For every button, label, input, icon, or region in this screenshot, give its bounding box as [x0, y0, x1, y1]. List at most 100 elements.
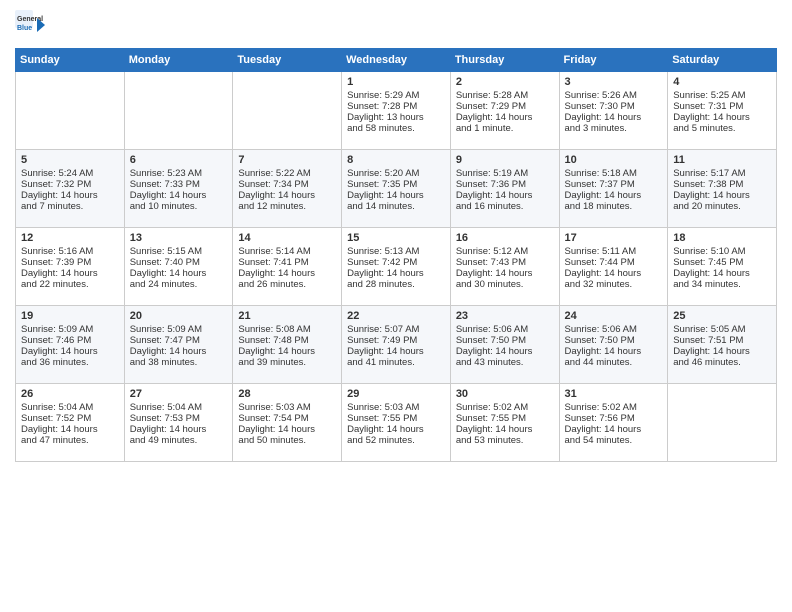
day-info-line: Sunrise: 5:03 AM [347, 402, 445, 413]
day-info-line: Sunrise: 5:19 AM [456, 168, 554, 179]
day-info-line: Daylight: 14 hours [347, 346, 445, 357]
day-info-line: Sunset: 7:53 PM [130, 413, 228, 424]
day-info-line: Daylight: 14 hours [130, 346, 228, 357]
day-info-line: Sunrise: 5:12 AM [456, 246, 554, 257]
weekday-friday: Friday [559, 49, 668, 72]
day-number: 24 [565, 310, 663, 322]
day-info-line: and 52 minutes. [347, 435, 445, 446]
day-number: 2 [456, 76, 554, 88]
day-info-line: Sunset: 7:45 PM [673, 257, 771, 268]
day-number: 12 [21, 232, 119, 244]
day-info-line: Sunset: 7:50 PM [456, 335, 554, 346]
week-row-1: 1Sunrise: 5:29 AMSunset: 7:28 PMDaylight… [16, 72, 777, 150]
day-info-line: and 38 minutes. [130, 357, 228, 368]
day-info-line: and 54 minutes. [565, 435, 663, 446]
day-cell: 20Sunrise: 5:09 AMSunset: 7:47 PMDayligh… [124, 306, 233, 384]
day-info-line: Sunset: 7:32 PM [21, 179, 119, 190]
day-info-line: Sunrise: 5:05 AM [673, 324, 771, 335]
day-info-line: Sunrise: 5:08 AM [238, 324, 336, 335]
day-number: 5 [21, 154, 119, 166]
day-cell: 14Sunrise: 5:14 AMSunset: 7:41 PMDayligh… [233, 228, 342, 306]
day-info-line: Daylight: 14 hours [565, 424, 663, 435]
calendar-table: SundayMondayTuesdayWednesdayThursdayFrid… [15, 48, 777, 462]
day-info-line: Sunset: 7:29 PM [456, 101, 554, 112]
day-info-line: Sunset: 7:34 PM [238, 179, 336, 190]
day-cell: 7Sunrise: 5:22 AMSunset: 7:34 PMDaylight… [233, 150, 342, 228]
day-info-line: Sunrise: 5:24 AM [21, 168, 119, 179]
day-info-line: Sunrise: 5:14 AM [238, 246, 336, 257]
day-number: 30 [456, 388, 554, 400]
day-cell: 18Sunrise: 5:10 AMSunset: 7:45 PMDayligh… [668, 228, 777, 306]
day-info-line: Daylight: 14 hours [565, 112, 663, 123]
day-info-line: Sunrise: 5:16 AM [21, 246, 119, 257]
day-info-line: Sunrise: 5:02 AM [565, 402, 663, 413]
day-info-line: Sunrise: 5:04 AM [21, 402, 119, 413]
day-number: 14 [238, 232, 336, 244]
day-info-line: Sunset: 7:28 PM [347, 101, 445, 112]
day-cell: 10Sunrise: 5:18 AMSunset: 7:37 PMDayligh… [559, 150, 668, 228]
day-info-line: Daylight: 14 hours [130, 268, 228, 279]
day-info-line: Sunrise: 5:22 AM [238, 168, 336, 179]
day-info-line: Sunset: 7:51 PM [673, 335, 771, 346]
day-info-line: Sunrise: 5:23 AM [130, 168, 228, 179]
logo: General Blue [15, 10, 45, 40]
day-cell: 15Sunrise: 5:13 AMSunset: 7:42 PMDayligh… [342, 228, 451, 306]
day-info-line: Sunset: 7:41 PM [238, 257, 336, 268]
day-number: 17 [565, 232, 663, 244]
day-number: 31 [565, 388, 663, 400]
day-info-line: and 34 minutes. [673, 279, 771, 290]
day-cell: 30Sunrise: 5:02 AMSunset: 7:55 PMDayligh… [450, 384, 559, 462]
day-info-line: Daylight: 14 hours [673, 268, 771, 279]
day-info-line: and 3 minutes. [565, 123, 663, 134]
day-info-line: Sunrise: 5:06 AM [565, 324, 663, 335]
day-number: 25 [673, 310, 771, 322]
day-number: 10 [565, 154, 663, 166]
day-cell: 8Sunrise: 5:20 AMSunset: 7:35 PMDaylight… [342, 150, 451, 228]
day-cell: 12Sunrise: 5:16 AMSunset: 7:39 PMDayligh… [16, 228, 125, 306]
day-info-line: Sunset: 7:43 PM [456, 257, 554, 268]
day-cell: 28Sunrise: 5:03 AMSunset: 7:54 PMDayligh… [233, 384, 342, 462]
day-cell: 26Sunrise: 5:04 AMSunset: 7:52 PMDayligh… [16, 384, 125, 462]
day-info-line: Sunset: 7:31 PM [673, 101, 771, 112]
day-cell: 25Sunrise: 5:05 AMSunset: 7:51 PMDayligh… [668, 306, 777, 384]
day-info-line: Daylight: 14 hours [456, 268, 554, 279]
day-cell: 16Sunrise: 5:12 AMSunset: 7:43 PMDayligh… [450, 228, 559, 306]
day-info-line: Sunset: 7:40 PM [130, 257, 228, 268]
day-info-line: Daylight: 14 hours [456, 112, 554, 123]
week-row-3: 12Sunrise: 5:16 AMSunset: 7:39 PMDayligh… [16, 228, 777, 306]
day-cell: 31Sunrise: 5:02 AMSunset: 7:56 PMDayligh… [559, 384, 668, 462]
day-info-line: Sunrise: 5:17 AM [673, 168, 771, 179]
day-info-line: Sunset: 7:48 PM [238, 335, 336, 346]
day-info-line: Sunrise: 5:07 AM [347, 324, 445, 335]
day-info-line: and 26 minutes. [238, 279, 336, 290]
day-number: 28 [238, 388, 336, 400]
day-info-line: Sunrise: 5:10 AM [673, 246, 771, 257]
weekday-wednesday: Wednesday [342, 49, 451, 72]
week-row-4: 19Sunrise: 5:09 AMSunset: 7:46 PMDayligh… [16, 306, 777, 384]
day-info-line: Daylight: 14 hours [21, 190, 119, 201]
day-number: 22 [347, 310, 445, 322]
day-cell: 9Sunrise: 5:19 AMSunset: 7:36 PMDaylight… [450, 150, 559, 228]
day-info-line: Daylight: 14 hours [673, 190, 771, 201]
day-info-line: and 53 minutes. [456, 435, 554, 446]
day-cell: 6Sunrise: 5:23 AMSunset: 7:33 PMDaylight… [124, 150, 233, 228]
weekday-sunday: Sunday [16, 49, 125, 72]
day-number: 6 [130, 154, 228, 166]
day-number: 15 [347, 232, 445, 244]
day-info-line: and 10 minutes. [130, 201, 228, 212]
day-info-line: and 36 minutes. [21, 357, 119, 368]
day-cell: 2Sunrise: 5:28 AMSunset: 7:29 PMDaylight… [450, 72, 559, 150]
day-info-line: Sunrise: 5:09 AM [21, 324, 119, 335]
day-info-line: and 7 minutes. [21, 201, 119, 212]
day-info-line: Daylight: 14 hours [347, 190, 445, 201]
day-number: 3 [565, 76, 663, 88]
day-cell: 29Sunrise: 5:03 AMSunset: 7:55 PMDayligh… [342, 384, 451, 462]
day-info-line: Daylight: 14 hours [347, 268, 445, 279]
day-info-line: and 32 minutes. [565, 279, 663, 290]
day-info-line: Daylight: 13 hours [347, 112, 445, 123]
day-info-line: and 22 minutes. [21, 279, 119, 290]
day-info-line: and 24 minutes. [130, 279, 228, 290]
day-info-line: Sunrise: 5:29 AM [347, 90, 445, 101]
day-number: 13 [130, 232, 228, 244]
day-info-line: Sunset: 7:44 PM [565, 257, 663, 268]
